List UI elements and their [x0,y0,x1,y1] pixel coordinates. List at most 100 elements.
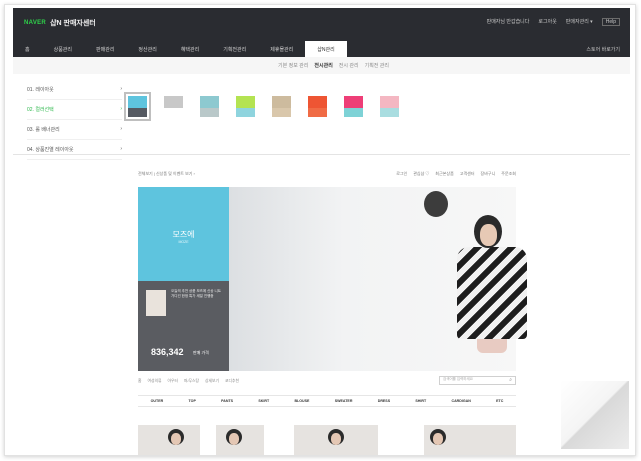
color-swatch-6[interactable] [308,96,327,117]
top-header: NAVER 샵N 판매자센터 판매자님 반갑습니다 로그아웃 판매자관리 ▾ H… [13,8,630,57]
seller-menu[interactable]: 판매자관리 ▾ [566,18,593,26]
preview-link-cart[interactable]: 장바구니 [481,171,496,177]
category-top[interactable]: TOP [189,399,196,403]
subtab-basic[interactable]: 기본 정보 관리 [278,62,308,69]
color-swatch-5[interactable] [272,96,291,117]
nav-settlement[interactable]: 정산관리 [126,41,168,57]
model-face [480,224,497,246]
category-etc[interactable]: ETC [496,399,503,403]
swatch-top-color [164,96,183,108]
nav-promotion[interactable]: 기획전관리 [211,41,258,57]
brand-title: 샵N 판매자센터 [50,20,96,27]
crumb[interactable]: 코디추천 [225,379,239,384]
preview-link-service[interactable]: 고객센터 [460,171,475,177]
category-tabs: OUTER TOP PANTS SKIRT BLOUSE SWEATER DRE… [138,395,516,407]
page-curl-decoration [561,381,629,449]
store-side-panel: 모즈에 MOZE 오늘의 추천 상품 모즈에 신상 니트 가디건 한정 특가 세… [138,187,229,371]
product-item[interactable] [216,425,264,455]
featured-description: 오늘의 추천 상품 모즈에 신상 니트 가디건 한정 특가 세일 진행중 [171,289,221,298]
swatch-top-color [272,96,291,108]
color-swatch-3[interactable] [200,96,219,117]
swatch-bottom-color [380,108,399,117]
color-swatch-1[interactable] [124,92,151,121]
crumb[interactable]: 퍼/무스탕 [184,379,199,384]
menu-label: 02. 컬러선택 [27,107,54,113]
product-item[interactable] [294,425,378,455]
swatch-bottom-color [344,108,363,117]
store-subtitle: MOZE [178,240,189,244]
product-model-face [171,433,181,445]
color-swatch-2[interactable] [164,96,183,117]
nav-benefit[interactable]: 혜택관리 [169,41,211,57]
swatch-bottom-color [308,108,327,117]
color-swatch-8[interactable] [380,96,399,117]
search-icon[interactable]: ⌕ [509,377,512,383]
balloon-graphic [424,191,448,217]
subtab-promotion[interactable]: 기획전 관리 [365,62,389,69]
menu-color[interactable]: 02. 컬러선택 › [27,106,122,120]
category-skirt[interactable]: SKIRT [258,399,269,403]
category-cardigan[interactable]: CARDIGAN [451,399,470,403]
hero-photo[interactable] [229,187,527,371]
swatch-top-color [344,96,363,108]
preview-breadcrumb[interactable]: 전체보기 | 신상품 및 이벤트 보기 › [138,171,195,177]
crumb[interactable]: 아우터 [167,379,177,384]
menu-label: 04. 상품진열 레이아웃 [27,147,74,153]
menu-banner[interactable]: 03. 롤 배너관리 › [27,126,122,140]
category-sweater[interactable]: SWEATER [335,399,353,403]
swatch-bottom-color [164,108,183,117]
crumb[interactable]: 상세보기 [205,379,219,384]
store-link[interactable]: 스토어 바로가기 [586,46,620,53]
nav-shopn[interactable]: 샵N관리 [305,41,347,57]
preview-link-recent[interactable]: 최근본상품 [435,171,453,177]
swatch-bottom-color [128,108,147,117]
nav-home[interactable]: 홈 [13,41,42,57]
header-utility: 판매자님 반갑습니다 로그아웃 판매자관리 ▾ Help [487,18,620,26]
chevron-right-icon: › [120,146,122,152]
product-model-face [229,433,239,445]
nav-sales[interactable]: 판매관리 [84,41,126,57]
menu-label: 01. 레이아웃 [27,87,54,93]
price-label: 판매 가격 [193,350,209,355]
category-shirt[interactable]: SHIRT [415,399,426,403]
welcome-text: 판매자님 반갑습니다 [486,19,530,25]
category-pants[interactable]: PANTS [221,399,233,403]
nav-affiliate[interactable]: 제휴몰관리 [258,41,305,57]
product-item[interactable] [138,425,200,455]
search-placeholder: 검색어를 입력하세요 [443,377,473,381]
color-swatches [124,92,399,121]
preview-link-fav[interactable]: 관심샵 ♡ [413,171,429,177]
swatch-bottom-color [272,108,291,117]
nav-product[interactable]: 상품관리 [42,41,84,57]
category-blouse[interactable]: BLOUSE [294,399,309,403]
store-search-input[interactable]: 검색어를 입력하세요 ⌕ [439,376,516,385]
preview-link-login[interactable]: 로그인 [396,171,407,177]
featured-thumbnail[interactable] [146,290,166,316]
sub-nav: 기본 정보 관리 전시관리 전시 관리 기획전 관리 [13,57,630,75]
subtab-display-manage[interactable]: 전시 관리 [339,62,359,69]
logout-link[interactable]: 로그아웃 [538,18,556,26]
menu-layout[interactable]: 01. 레이아웃 › [27,86,122,100]
chevron-right-icon: › [120,126,122,132]
swatch-bottom-color [200,108,219,117]
product-item[interactable] [424,425,516,455]
color-swatch-4[interactable] [236,96,255,117]
product-list [138,425,516,455]
swatch-top-color [380,96,399,108]
sub-tabs: 기본 정보 관리 전시관리 전시 관리 기획전 관리 [278,62,389,69]
brand[interactable]: NAVER 샵N 판매자센터 [24,18,96,28]
category-dress[interactable]: DRESS [378,399,390,403]
category-outer[interactable]: OUTER [151,399,164,403]
preview-links: 로그인 관심샵 ♡ 최근본상품 고객센터 장바구니 주문조회 [396,171,516,177]
help-button[interactable]: Help [601,18,620,26]
crumb[interactable]: 여성의류 [148,379,162,384]
crumb[interactable]: 홈 [138,379,142,384]
preview-link-order[interactable]: 주문조회 [501,171,516,177]
subtab-display[interactable]: 전시관리 [314,62,332,69]
preview-header: 전체보기 | 신상품 및 이벤트 보기 › 로그인 관심샵 ♡ 최근본상품 고객… [138,171,516,177]
swatch-bottom-color [236,108,255,117]
featured-price: 836,342 [151,347,184,357]
model-jacket [457,247,527,339]
color-swatch-7[interactable] [344,96,363,117]
menu-product-layout[interactable]: 04. 상품진열 레이아웃 › [27,146,122,160]
